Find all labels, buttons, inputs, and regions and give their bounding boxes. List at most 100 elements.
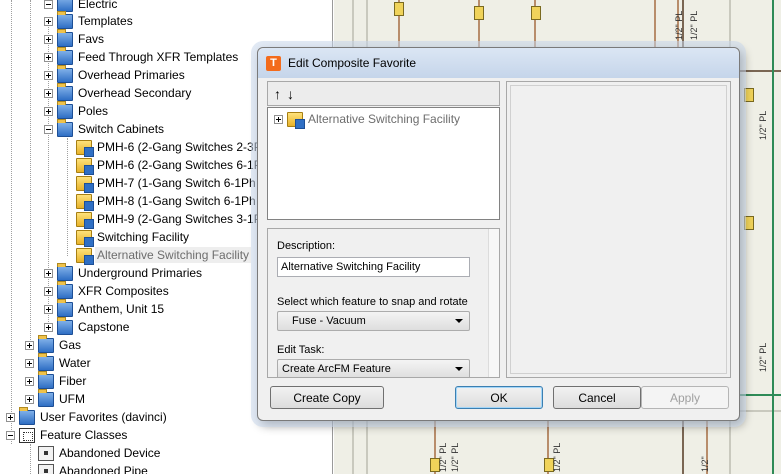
snap-feature-select[interactable]: Fuse - Vacuum xyxy=(277,311,470,331)
description-input[interactable] xyxy=(277,257,470,277)
tree-item-anthem[interactable]: Anthem, Unit 15 xyxy=(44,298,166,318)
tree-item-gas[interactable]: Gas xyxy=(25,334,83,354)
create-copy-button[interactable]: Create Copy xyxy=(270,386,384,409)
expand-icon[interactable] xyxy=(44,106,53,116)
edit-task-select[interactable]: Create ArcFM Feature xyxy=(277,359,470,377)
tree-item-fiber[interactable]: Fiber xyxy=(25,370,88,390)
collapse-icon[interactable] xyxy=(44,0,53,9)
ok-button[interactable]: OK xyxy=(455,386,543,409)
expand-icon[interactable] xyxy=(25,358,34,368)
expand-icon[interactable] xyxy=(44,304,53,314)
tree-item-underground-primaries[interactable]: Underground Primaries xyxy=(44,262,204,282)
expand-icon[interactable] xyxy=(44,34,53,44)
expand-icon[interactable] xyxy=(274,114,283,124)
tree-item-label: Electric xyxy=(78,0,118,11)
expand-icon[interactable] xyxy=(44,286,53,296)
collapse-icon[interactable] xyxy=(44,124,53,134)
tree-item-xfr-composites[interactable]: XFR Composites xyxy=(44,280,171,300)
tree-item-label: User Favorites (davinci) xyxy=(40,410,167,424)
folder-icon xyxy=(57,262,73,281)
apply-button[interactable]: Apply xyxy=(641,386,729,409)
feature-classes-icon xyxy=(19,427,35,443)
dialog-titlebar[interactable]: T Edit Composite Favorite xyxy=(258,48,739,78)
expand-icon[interactable] xyxy=(44,322,53,332)
composite-tree[interactable]: Alternative Switching Facility xyxy=(267,107,500,220)
composite-favorite-icon xyxy=(287,111,305,129)
tree-item-favorite[interactable]: PMH-9 (2-Gang Switches 3-1Ph xyxy=(76,210,270,229)
tree-item-switching-facility[interactable]: Switching Facility xyxy=(76,228,191,247)
tree-item-label: PMH-7 (1-Gang Switch 6-1Ph xyxy=(97,176,256,190)
map-label: 1/2" PL xyxy=(450,442,460,472)
tree-item-water[interactable]: Water xyxy=(25,352,93,372)
tree-item-favorite[interactable]: PMH-6 (2-Gang Switches 6-1Ph xyxy=(76,156,270,175)
feature-class-icon xyxy=(38,463,54,474)
dialog-title: Edit Composite Favorite xyxy=(288,56,417,70)
edit-composite-favorite-dialog: T Edit Composite Favorite ↑ ↓ Alternativ… xyxy=(257,47,740,421)
tree-item-label: PMH-6 (2-Gang Switches 6-1Ph xyxy=(97,158,269,172)
folder-icon xyxy=(57,82,73,101)
tree-item-ufm[interactable]: UFM xyxy=(25,388,87,408)
tree-item-capstone[interactable]: Capstone xyxy=(44,316,131,336)
description-label: Description: xyxy=(277,240,336,252)
expand-icon[interactable] xyxy=(44,268,53,278)
tree-item-label: Water xyxy=(59,356,91,370)
tree-item-favorite[interactable]: PMH-7 (1-Gang Switch 6-1Ph xyxy=(76,174,258,193)
expand-icon[interactable] xyxy=(25,340,34,350)
tree-item-label: Templates xyxy=(78,14,133,28)
tree-item-label: PMH-9 (2-Gang Switches 3-1Ph xyxy=(97,212,269,226)
tree-item-alternative-switching-facility[interactable]: Alternative Switching Facility xyxy=(76,246,252,265)
expand-icon[interactable] xyxy=(25,376,34,386)
tree-item-templates[interactable]: Templates xyxy=(44,10,135,30)
properties-scrollbar[interactable] xyxy=(488,229,499,377)
expand-icon[interactable] xyxy=(25,394,34,404)
expand-icon[interactable] xyxy=(44,52,53,62)
tree-item-feed-through[interactable]: Feed Through XFR Templates xyxy=(44,46,240,66)
tree-item-favorite[interactable]: PMH-6 (2-Gang Switches 2-3Ph xyxy=(76,138,270,157)
folder-icon xyxy=(57,280,73,299)
composite-favorite-icon xyxy=(76,229,94,247)
pole-symbol xyxy=(744,88,754,102)
pole-symbol xyxy=(744,216,754,230)
expand-icon[interactable] xyxy=(6,412,15,422)
tree-item-feature-class[interactable]: Abandoned Pipe xyxy=(38,462,150,474)
tree-item-switch-cabinets[interactable]: Switch Cabinets xyxy=(44,118,166,138)
move-up-icon[interactable]: ↑ xyxy=(274,87,281,101)
tree-item-label: PMH-8 (1-Gang Switch 6-1Ph xyxy=(97,194,256,208)
tree-item-favorite[interactable]: PMH-8 (1-Gang Switch 6-1Ph xyxy=(76,192,258,211)
feeder-line xyxy=(740,394,781,396)
composite-tree-item[interactable]: Alternative Switching Facility xyxy=(274,111,462,129)
cancel-button[interactable]: Cancel xyxy=(553,386,641,409)
tree-item-overhead-secondary[interactable]: Overhead Secondary xyxy=(44,82,193,102)
tree-item-user-favorites[interactable]: User Favorites (davinci) xyxy=(6,406,169,426)
tree-item-label: Gas xyxy=(59,338,82,352)
tree-item-label: Feature Classes xyxy=(40,428,128,442)
edit-task-label: Edit Task: xyxy=(277,344,325,356)
pole-symbol xyxy=(474,6,484,20)
tree-item-poles[interactable]: Poles xyxy=(44,100,110,120)
move-down-icon[interactable]: ↓ xyxy=(287,87,294,101)
tree-item-label: Feed Through XFR Templates xyxy=(78,50,239,64)
tree-item-feature-classes[interactable]: Feature Classes xyxy=(6,426,129,444)
composite-favorite-icon xyxy=(76,247,94,265)
tree-item-label: Overhead Primaries xyxy=(78,68,185,82)
tree-item-favs[interactable]: Favs xyxy=(44,28,106,48)
map-label: 1/2" xyxy=(700,456,710,472)
composite-tree-item-label: Alternative Switching Facility xyxy=(308,112,461,126)
preview-pane xyxy=(506,81,731,378)
properties-panel: Description: Select which feature to sna… xyxy=(267,228,500,378)
map-label: 1/2" PL xyxy=(552,442,562,472)
map-label: 1/2" PL xyxy=(758,342,768,372)
collapse-icon[interactable] xyxy=(6,430,15,440)
composite-favorite-icon xyxy=(76,211,94,229)
folder-icon xyxy=(19,406,35,425)
expand-icon[interactable] xyxy=(44,70,53,80)
tree-item-label: Underground Primaries xyxy=(78,266,203,280)
tree-item-label: Overhead Secondary xyxy=(78,86,192,100)
tree-item-label: PMH-6 (2-Gang Switches 2-3Ph xyxy=(97,140,269,154)
map-label: 1/2" PL xyxy=(689,10,699,40)
tree-item-label: XFR Composites xyxy=(78,284,169,298)
tree-item-feature-class[interactable]: Abandoned Device xyxy=(38,444,162,462)
expand-icon[interactable] xyxy=(44,16,53,26)
tree-item-overhead-primaries[interactable]: Overhead Primaries xyxy=(44,64,187,84)
expand-icon[interactable] xyxy=(44,88,53,98)
